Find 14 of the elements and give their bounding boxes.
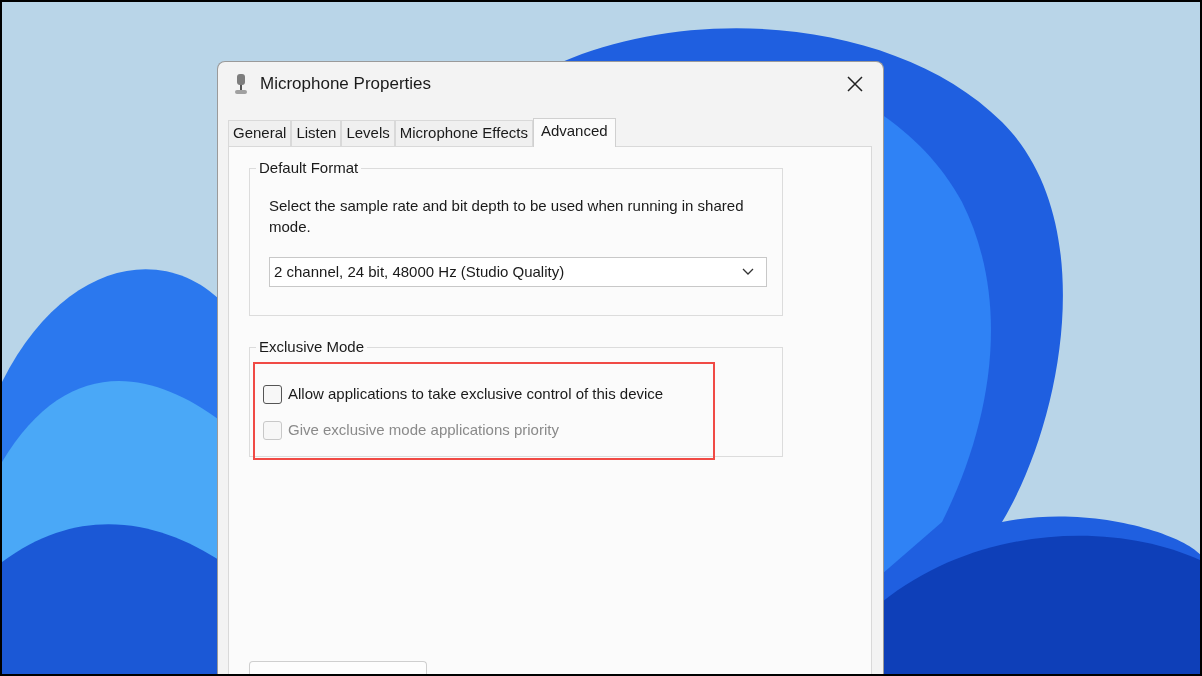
tab[interactable]: Advanced: [532, 118, 616, 147]
checkbox[interactable]: [263, 384, 282, 404]
window-title: Microphone Properties: [260, 73, 432, 96]
tab[interactable]: General: [228, 120, 292, 146]
description-text: Select the sample rate and bit depth to be used when running in shared mode.: [269, 196, 745, 237]
checkbox-label: Allow applications to take exclusive control of this device: [288, 383, 664, 404]
close-icon: [847, 76, 863, 92]
chevron-down-icon: [742, 268, 754, 276]
checkbox-label: Give exclusive mode applications priority: [288, 419, 559, 440]
tab[interactable]: Levels: [341, 120, 395, 146]
microphone-icon: [234, 73, 248, 95]
format-dropdown[interactable]: 2 channel, 24 bit, 48000 Hz (Studio Quality): [269, 257, 767, 287]
tab[interactable]: Microphone Effects: [394, 120, 533, 146]
tab[interactable]: Listen: [291, 120, 342, 146]
